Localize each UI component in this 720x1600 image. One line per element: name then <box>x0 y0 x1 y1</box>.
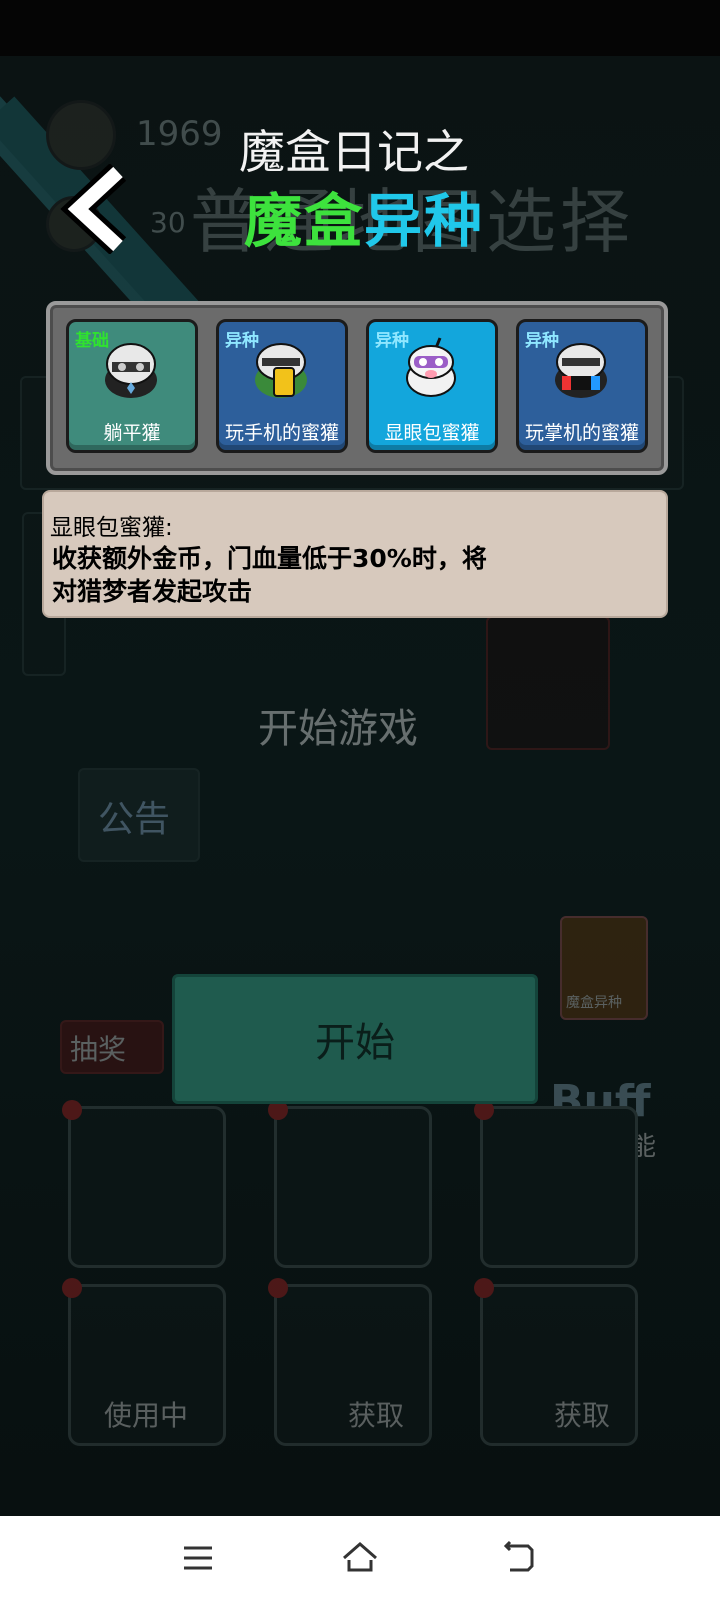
variant-selector: 基础 躺平獾 异种 玩手机的蜜獾 异种 显眼包蜜獾 异种 玩掌机的蜜獾 <box>46 301 668 475</box>
option-handheld-badger[interactable]: 异种 玩掌机的蜜獾 <box>516 319 648 453</box>
option-phone-badger[interactable]: 异种 玩手机的蜜獾 <box>216 319 348 453</box>
description-line1: 收获额外金币，门血量低于30%时，将 <box>52 544 487 573</box>
menu-button[interactable] <box>176 1536 220 1580</box>
red-dot <box>268 1278 288 1298</box>
badger-avatar-icon <box>406 337 456 397</box>
obtain-label: 获取 <box>348 1399 405 1432</box>
option-name: 显眼包蜜獾 <box>384 422 480 444</box>
badger-avatar-icon <box>105 343 157 398</box>
option-lying-badger[interactable]: 基础 躺平獾 <box>66 319 198 453</box>
description-body: 收获额外金币，门血量低于30%时，将 对猎梦者发起攻击 <box>52 542 572 608</box>
draw-label: 抽奖 <box>70 1033 127 1066</box>
title-cyan-part: 异种 <box>364 187 485 255</box>
title-line1: 魔盒日记之 <box>239 125 469 179</box>
home-icon <box>343 1542 377 1572</box>
red-dot <box>474 1278 494 1298</box>
character-card <box>68 1106 226 1268</box>
character-card <box>274 1106 432 1268</box>
option-name: 玩掌机的蜜獾 <box>524 422 639 444</box>
magic-box-variant-label: 魔盒异种 <box>566 995 622 1011</box>
option-name: 躺平獾 <box>103 422 161 444</box>
notice-label: 公告 <box>98 799 171 840</box>
obtain-label: 获取 <box>554 1399 611 1432</box>
red-dot <box>62 1278 82 1298</box>
status-bar <box>0 0 720 56</box>
game-screen: 1969 30 普通地图选择 开始游戏 公告 魔盒异种 抽奖 Buff 查看技能… <box>0 56 720 1516</box>
in-use-label: 使用中 <box>104 1399 189 1432</box>
start-button[interactable]: 开始 <box>172 974 538 1104</box>
number-label: 30 <box>150 206 186 239</box>
back-arrow-icon <box>503 1540 534 1572</box>
variant-description: 显眼包蜜獾: 收获额外金币，门血量低于30%时，将 对猎梦者发起攻击 <box>42 490 668 618</box>
title-line2: 魔盒异种 <box>244 174 484 258</box>
option-name: 玩手机的蜜獾 <box>224 422 339 444</box>
home-button[interactable] <box>338 1536 382 1580</box>
title-green-part: 魔盒 <box>244 187 365 255</box>
description-heading: 显眼包蜜獾: <box>50 515 173 541</box>
option-showoff-badger[interactable]: 异种 显眼包蜜獾 <box>366 319 498 453</box>
start-game-label: 开始游戏 <box>258 706 418 752</box>
description-line2: 对猎梦者发起攻击 <box>52 577 253 606</box>
badger-avatar-icon <box>555 343 607 398</box>
character-card <box>480 1106 638 1268</box>
bg-card-red <box>486 616 610 750</box>
menu-icon <box>184 1546 212 1570</box>
system-nav-bar <box>0 1516 720 1600</box>
badger-avatar-icon <box>255 343 307 398</box>
red-dot <box>62 1100 82 1120</box>
back-nav-button[interactable] <box>498 1536 542 1580</box>
background-layer: 1969 30 普通地图选择 开始游戏 公告 魔盒异种 抽奖 Buff 查看技能… <box>0 56 720 1516</box>
